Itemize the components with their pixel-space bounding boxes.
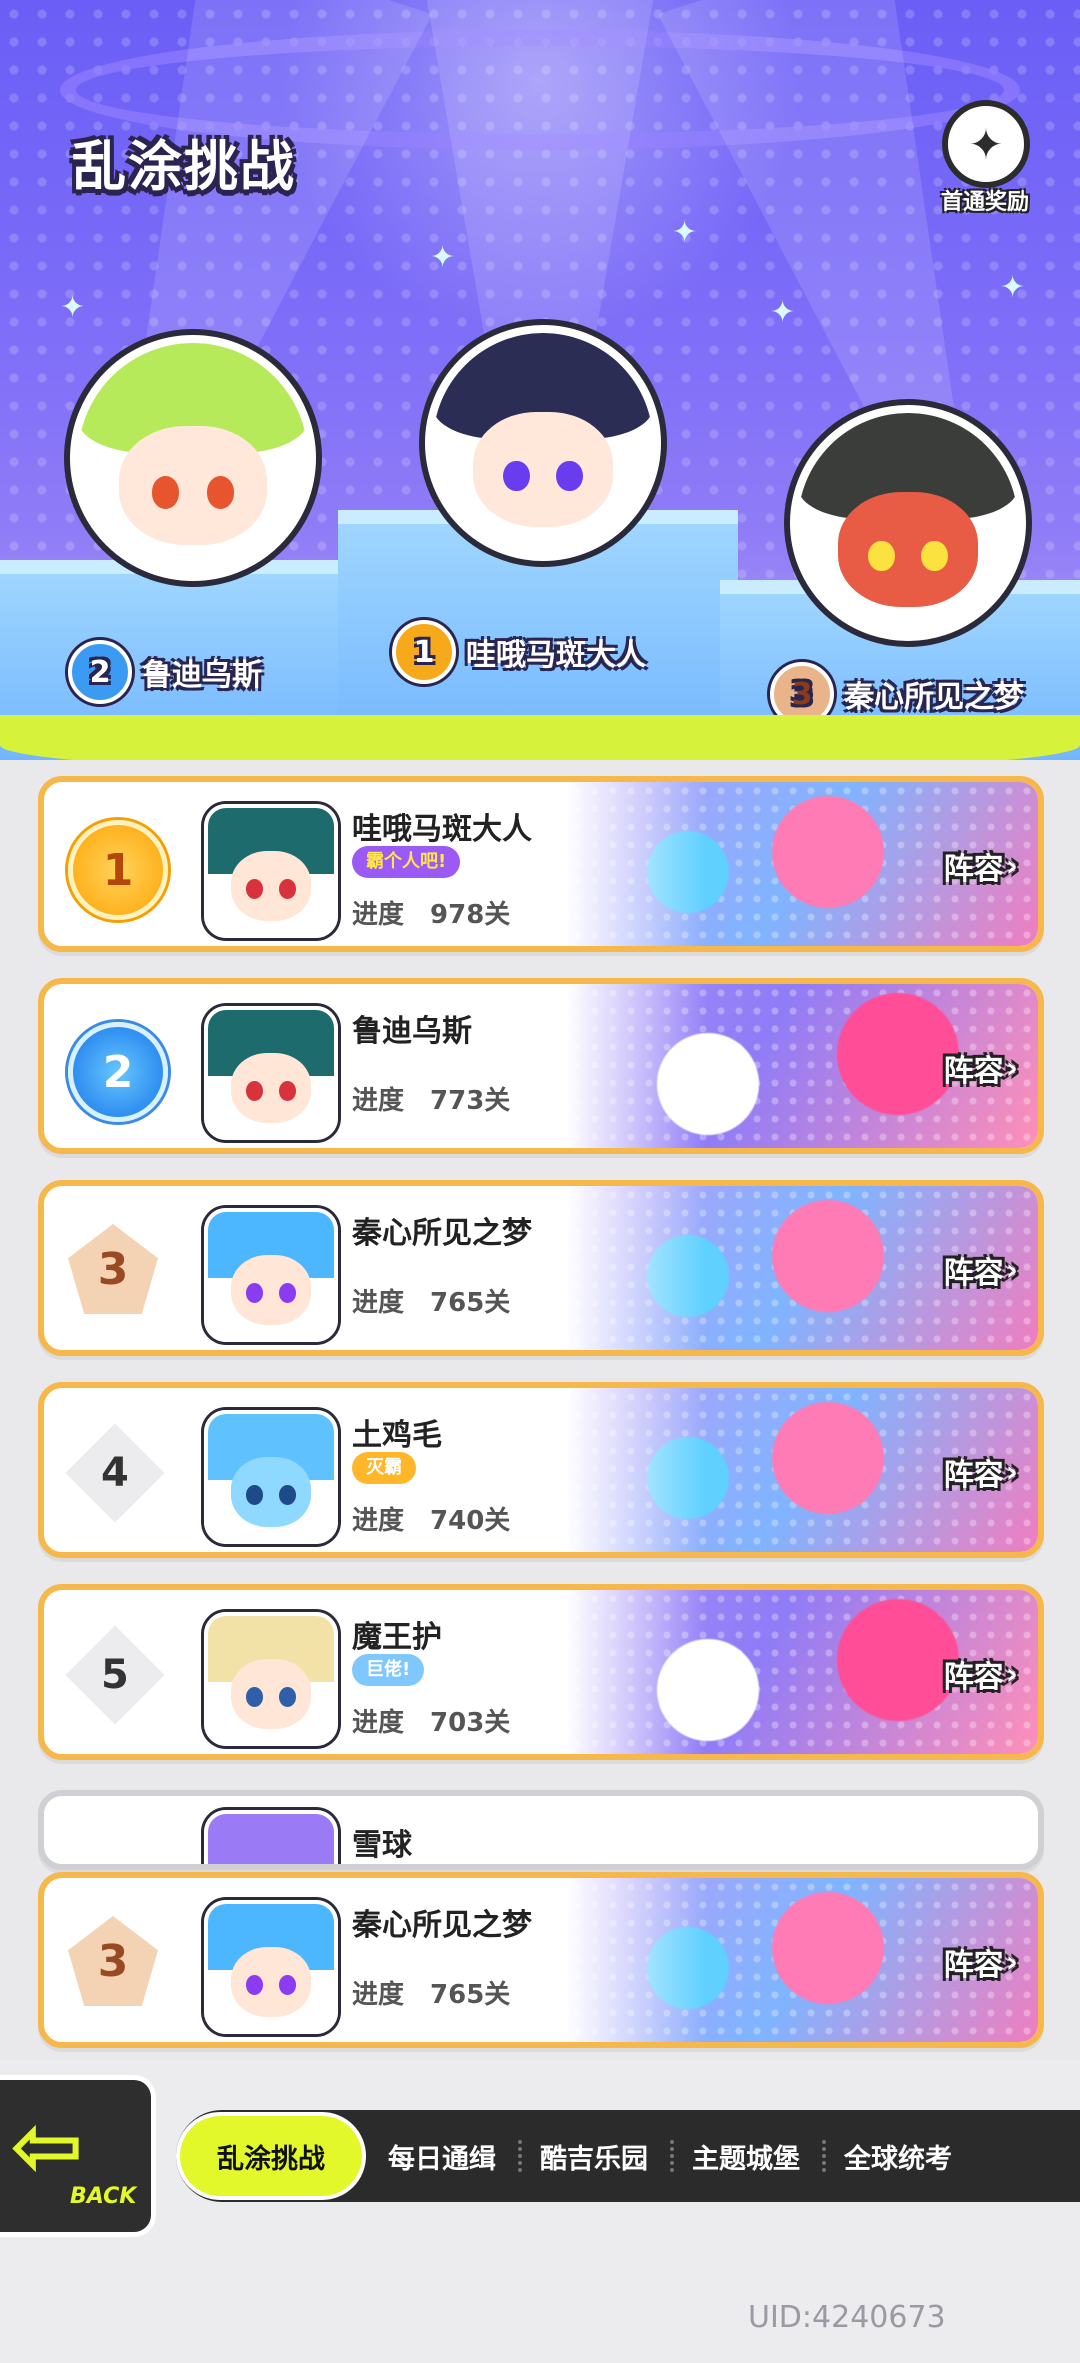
avatar[interactable]	[204, 804, 338, 938]
ranking-row[interactable]: 2 鲁迪乌斯 进度 773关 阵容 ›	[38, 978, 1044, 1154]
rank-badge-second: 2	[68, 640, 132, 704]
rank-badge: 3	[68, 1224, 158, 1314]
ranking-row[interactable]: 雪球	[38, 1790, 1044, 1870]
title-badge: 巨佬!	[352, 1654, 425, 1686]
ranking-row[interactable]: 1 哇哦马斑大人 霸个人吧! 进度 978关 阵容 ›	[38, 776, 1044, 952]
avatar[interactable]	[204, 1612, 338, 1746]
ranking-row[interactable]: 5 魔王护 巨佬! 进度 703关 阵容 ›	[38, 1584, 1044, 1760]
podium-avatar-first[interactable]	[425, 325, 661, 561]
podium-name-first: 1 哇哦马斑大人	[392, 620, 646, 684]
chevron-right-icon: ›	[1005, 1944, 1018, 1980]
progress-text: 进度 740关	[352, 1506, 511, 1536]
reward-icon: ✦	[942, 100, 1030, 188]
title-badge: 霸个人吧!	[352, 846, 461, 878]
back-label: BACK	[70, 2184, 137, 2209]
lineup-button[interactable]: 阵容 ›	[944, 1940, 1018, 1984]
slime-divider	[0, 715, 1080, 760]
player-name: 魔王护	[352, 1620, 442, 1655]
chevron-right-icon: ›	[1005, 1050, 1018, 1086]
avatar[interactable]	[204, 1900, 338, 2034]
first-clear-reward-button[interactable]: ✦ 首通奖励	[930, 100, 1040, 215]
avatar[interactable]	[204, 1810, 338, 1864]
title-badge: 灭霸	[352, 1452, 416, 1484]
reward-button-label: 首通奖励	[940, 190, 1029, 215]
progress-text: 进度 703关	[352, 1708, 511, 1738]
my-ranking-row[interactable]: 3 秦心所见之梦 进度 765关 阵容 ›	[38, 1872, 1044, 2048]
tab-daily-wanted[interactable]: 每日通缉	[366, 2110, 518, 2202]
tab-theme-castle[interactable]: 主题城堡	[670, 2110, 822, 2202]
page-title: 乱涂挑战	[72, 135, 296, 198]
player-name: 秦心所见之梦	[352, 1908, 532, 1943]
player-name: 鲁迪乌斯	[352, 1014, 472, 1049]
player-name: 土鸡毛	[352, 1418, 442, 1453]
arrow-left-icon: ⇦	[10, 2094, 84, 2197]
podium-name-second: 2 鲁迪乌斯	[68, 640, 262, 704]
rank-badge: 2	[68, 1022, 168, 1122]
rank-badge: 1	[68, 820, 168, 920]
avatar[interactable]	[204, 1208, 338, 1342]
back-button[interactable]: ⇦ BACK	[0, 2075, 156, 2237]
sparkle-icon: ✦	[430, 240, 456, 275]
lineup-button[interactable]: 阵容 ›	[944, 1046, 1018, 1090]
podium-avatar-third[interactable]	[790, 405, 1026, 641]
ranking-row[interactable]: 4 土鸡毛 灭霸 进度 740关 阵容 ›	[38, 1382, 1044, 1558]
podium-avatar-second[interactable]	[70, 335, 316, 581]
sparkle-icon: ✦	[1000, 270, 1026, 305]
progress-text: 进度 773关	[352, 1086, 511, 1116]
tab-graffiti-challenge[interactable]: 乱涂挑战	[176, 2112, 366, 2200]
user-id: UID:4240673	[748, 2300, 946, 2335]
rank-badge: 4	[65, 1423, 165, 1523]
progress-text: 进度 765关	[352, 1980, 511, 2010]
tab-global-exam[interactable]: 全球统考	[822, 2110, 974, 2202]
tab-cool-park[interactable]: 酷吉乐园	[518, 2110, 670, 2202]
player-name: 哇哦马斑大人	[352, 812, 532, 847]
rank-badge: 5	[65, 1625, 165, 1725]
sparkle-icon: ✦	[672, 215, 698, 250]
avatar[interactable]	[204, 1410, 338, 1544]
sparkle-icon: ✦	[60, 290, 86, 325]
lineup-button[interactable]: 阵容 ›	[944, 1248, 1018, 1292]
rank-badge-first: 1	[392, 620, 456, 684]
lineup-button[interactable]: 阵容 ›	[944, 1652, 1018, 1696]
chevron-right-icon: ›	[1005, 848, 1018, 884]
ranking-row[interactable]: 3 秦心所见之梦 进度 765关 阵容 ›	[38, 1180, 1044, 1356]
player-name: 秦心所见之梦	[352, 1216, 532, 1251]
lineup-button[interactable]: 阵容 ›	[944, 1450, 1018, 1494]
chevron-right-icon: ›	[1005, 1252, 1018, 1288]
player-name: 雪球	[352, 1828, 412, 1863]
hero-podium-area: 乱涂挑战 ✦ 首通奖励 ✦ ✦ ✦ ✦ ✦ ✦ 2 鲁迪乌斯 1 哇哦马斑大人 …	[0, 0, 1080, 760]
lineup-button[interactable]: 阵容 ›	[944, 844, 1018, 888]
chevron-right-icon: ›	[1005, 1656, 1018, 1692]
mode-tabbar: 乱涂挑战 每日通缉 酷吉乐园 主题城堡 全球统考	[176, 2110, 1080, 2202]
avatar[interactable]	[204, 1006, 338, 1140]
sparkle-icon: ✦	[770, 295, 796, 330]
progress-text: 进度 765关	[352, 1288, 511, 1318]
chevron-right-icon: ›	[1005, 1454, 1018, 1490]
progress-text: 进度 978关	[352, 900, 511, 930]
rank-badge: 3	[68, 1916, 158, 2006]
